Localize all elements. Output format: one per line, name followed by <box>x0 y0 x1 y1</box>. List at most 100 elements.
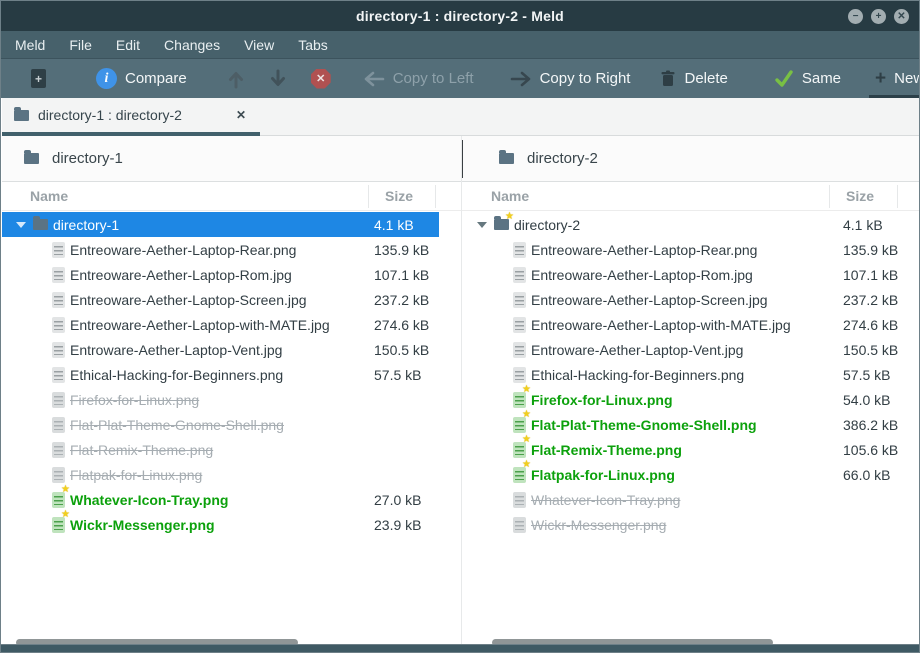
tree-row[interactable]: Entroware-Aether-Laptop-Vent.jpg150.5 kB <box>463 337 900 362</box>
window-title: directory-1 : directory-2 - Meld <box>356 8 564 24</box>
tree-row[interactable]: ★Wickr-Messenger.png23.9 kB <box>2 512 439 537</box>
tree-row[interactable]: Entreoware-Aether-Laptop-Rom.jpg107.1 kB <box>463 262 900 287</box>
new-comparison-icon: + <box>31 69 46 88</box>
row-name: Entreoware-Aether-Laptop-with-MATE.jpg <box>531 317 791 333</box>
row-name: Flatpak-for-Linux.png <box>531 467 675 483</box>
menu-meld[interactable]: Meld <box>3 31 57 58</box>
file-icon <box>513 517 526 533</box>
maximize-button[interactable]: + <box>871 9 886 24</box>
expander-icon[interactable] <box>16 222 26 228</box>
row-name: Ethical-Hacking-for-Beginners.png <box>70 367 283 383</box>
row-size: 237.2 kB <box>843 292 898 308</box>
left-column-name[interactable]: Name <box>30 182 68 210</box>
file-icon <box>52 442 65 458</box>
title-bar: directory-1 : directory-2 - Meld − + ✕ <box>1 1 919 31</box>
row-name: Wickr-Messenger.png <box>70 517 215 533</box>
folder-icon: ★ <box>494 219 509 230</box>
delete-label: Delete <box>684 70 727 87</box>
tree-row[interactable]: Entreoware-Aether-Laptop-Rear.png135.9 k… <box>2 237 439 262</box>
previous-change-button[interactable] <box>221 59 251 98</box>
row-size: 274.6 kB <box>374 317 429 333</box>
next-change-button[interactable] <box>263 59 293 98</box>
menu-view[interactable]: View <box>232 31 286 58</box>
row-name: Flat-Remix-Theme.png <box>70 442 213 458</box>
right-column-size[interactable]: Size <box>846 182 874 210</box>
tree-row[interactable]: Firefox-for-Linux.png <box>2 387 439 412</box>
row-name: Flat-Plat-Theme-Gnome-Shell.png <box>531 417 757 433</box>
left-pane-header[interactable]: directory-1 <box>24 136 123 181</box>
file-icon <box>513 342 526 358</box>
tree-row[interactable]: Entroware-Aether-Laptop-Vent.jpg150.5 kB <box>2 337 439 362</box>
copy-to-left-button[interactable]: Copy to Left <box>357 59 480 98</box>
stop-icon: ✕ <box>311 69 331 89</box>
tree-row[interactable]: ★directory-24.1 kB <box>463 212 900 237</box>
new-star-badge: ★ <box>61 485 70 495</box>
file-icon <box>513 267 526 283</box>
row-name: Entreoware-Aether-Laptop-Screen.jpg <box>531 292 768 308</box>
file-icon <box>513 292 526 308</box>
menu-edit[interactable]: Edit <box>104 31 152 58</box>
tab-directory-comparison[interactable]: directory-1 : directory-2 ✕ <box>2 98 260 136</box>
new-comparison-button[interactable]: + <box>25 59 52 98</box>
trash-icon <box>660 70 676 88</box>
right-column-name[interactable]: Name <box>491 182 529 210</box>
expander-icon[interactable] <box>477 222 487 228</box>
folder-icon <box>14 110 29 121</box>
tree-row[interactable]: ★Flatpak-for-Linux.png66.0 kB <box>463 462 900 487</box>
file-icon: ★ <box>513 392 526 408</box>
same-label: Same <box>802 70 841 87</box>
file-icon: ★ <box>52 517 65 533</box>
delete-button[interactable]: Delete <box>654 59 733 98</box>
menu-changes[interactable]: Changes <box>152 31 232 58</box>
tree-row[interactable]: Wickr-Messenger.png <box>463 512 900 537</box>
folder-icon <box>499 153 514 164</box>
minimize-button[interactable]: − <box>848 9 863 24</box>
row-name: Entreoware-Aether-Laptop-with-MATE.jpg <box>70 317 330 333</box>
tree-row[interactable]: Flat-Remix-Theme.png <box>2 437 439 462</box>
tree-row[interactable]: directory-14.1 kB <box>2 212 439 237</box>
left-column-size[interactable]: Size <box>385 182 413 210</box>
stop-button[interactable]: ✕ <box>305 59 337 98</box>
compare-button[interactable]: i Compare <box>90 59 193 98</box>
plus-icon: + <box>875 69 886 88</box>
same-filter-button[interactable]: Same <box>768 59 847 98</box>
tree-row[interactable]: Entreoware-Aether-Laptop-Screen.jpg 237.2… <box>463 287 900 312</box>
row-name: Flat-Plat-Theme-Gnome-Shell.png <box>70 417 284 433</box>
copy-to-right-button[interactable]: Copy to Right <box>504 59 637 98</box>
tree-row[interactable]: Entreoware-Aether-Laptop-Rear.png135.9 k… <box>463 237 900 262</box>
status-strip <box>1 644 919 652</box>
menu-file[interactable]: File <box>57 31 104 58</box>
row-name: Flat-Remix-Theme.png <box>531 442 682 458</box>
tree-row[interactable]: Flat-Plat-Theme-Gnome-Shell.png <box>2 412 439 437</box>
menu-tabs[interactable]: Tabs <box>286 31 340 58</box>
tree-row[interactable]: Entreoware-Aether-Laptop-Screen.jpg237.2… <box>2 287 439 312</box>
new-star-badge: ★ <box>505 212 514 222</box>
new-filter-button[interactable]: + New <box>869 59 920 98</box>
tree-row[interactable]: Ethical-Hacking-for-Beginners.png 57.5 kB <box>2 362 439 387</box>
close-button[interactable]: ✕ <box>894 9 909 24</box>
file-icon: ★ <box>52 492 65 508</box>
row-size: 107.1 kB <box>374 267 429 283</box>
row-size: 386.2 kB <box>843 417 898 433</box>
file-icon <box>52 267 65 283</box>
row-size: 57.5 kB <box>374 367 421 383</box>
file-icon <box>513 492 526 508</box>
new-star-badge: ★ <box>522 410 531 420</box>
tree-row[interactable]: Entreoware-Aether-Laptop-Rom.jpg107.1 kB <box>2 262 439 287</box>
tab-close-icon[interactable]: ✕ <box>234 108 248 122</box>
file-icon <box>52 417 65 433</box>
new-star-badge: ★ <box>522 435 531 445</box>
tree-row[interactable]: Entreoware-Aether-Laptop-with-MATE.jpg27… <box>463 312 900 337</box>
row-size: 4.1 kB <box>843 217 883 233</box>
toolbar: + i Compare ✕ Copy to Left <box>1 59 919 98</box>
tree-area: directory-14.1 kBEntreoware-Aether-Lapto… <box>2 211 920 647</box>
tree-row[interactable]: Entreoware-Aether-Laptop-with-MATE.jpg 27… <box>2 312 439 337</box>
copy-to-right-label: Copy to Right <box>540 70 631 87</box>
file-icon <box>52 367 65 383</box>
row-size: 4.1 kB <box>374 217 414 233</box>
file-icon <box>513 242 526 258</box>
right-pane-header[interactable]: directory-2 <box>499 136 598 181</box>
file-icon <box>52 342 65 358</box>
tree-row[interactable]: Whatever-Icon-Tray.png <box>463 487 900 512</box>
check-icon <box>774 69 794 89</box>
